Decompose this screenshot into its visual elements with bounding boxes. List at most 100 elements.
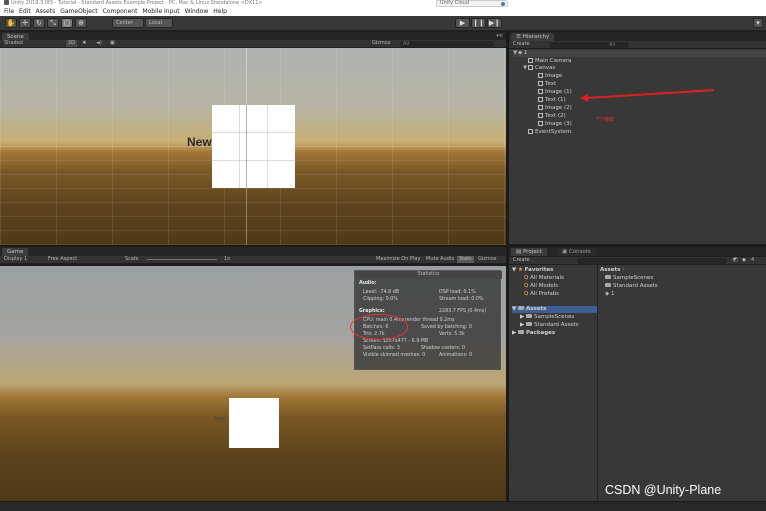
- hierarchy-item-label: Text (2): [545, 113, 566, 119]
- menu-edit[interactable]: Edit: [19, 8, 31, 15]
- menu-help[interactable]: Help: [213, 8, 227, 15]
- favorites-item[interactable]: Q All Materials: [524, 275, 564, 282]
- panel-menu-icon[interactable]: ▾≡: [496, 33, 503, 39]
- hierarchy-search-input[interactable]: All: [549, 42, 629, 48]
- assets-list-item-label: SampleScenes: [613, 275, 654, 281]
- gizmos-dropdown[interactable]: Gizmos: [372, 40, 390, 47]
- label-filter-icon[interactable]: ◆: [742, 257, 746, 264]
- audio-toggle-icon[interactable]: ◄): [96, 40, 102, 47]
- hierarchy-item-image-1[interactable]: Image (1): [533, 89, 572, 96]
- pause-button[interactable]: ❙❙: [471, 18, 486, 28]
- menu-window[interactable]: Window: [185, 8, 209, 15]
- watermark-text: CSDN @Unity-Plane: [605, 483, 722, 497]
- mute-audio-toggle[interactable]: Mute Audio: [426, 256, 454, 263]
- rotate-tool-icon[interactable]: ↻: [33, 18, 45, 28]
- stats-toggle[interactable]: Stats: [457, 256, 474, 263]
- hierarchy-item-eventsystem[interactable]: EventSystem: [523, 129, 571, 136]
- annotation-ellipse: [350, 314, 408, 340]
- scene-new-text-object[interactable]: New: [187, 135, 212, 149]
- hierarchy-scene-row[interactable]: ▼◈ 1: [513, 50, 766, 57]
- tab-project[interactable]: ▤ Project: [511, 248, 547, 256]
- assets-list-item[interactable]: ◈ 1: [605, 291, 614, 298]
- step-icon: ▶❙: [488, 19, 501, 27]
- hand-tool-icon[interactable]: ✋: [5, 18, 17, 28]
- assets-list-item-label: Standard Assets: [613, 283, 658, 289]
- chevron-down-icon: ▾: [756, 19, 760, 27]
- window-title-bar: Unity 2019.3.0f3 - Tutorial - Standard A…: [0, 0, 766, 7]
- panel-splitter-horizontal[interactable]: [0, 245, 766, 247]
- assets-subfolder[interactable]: ▶ Standard Assets: [520, 322, 579, 329]
- assets-folder-row[interactable]: ▼ Assets: [512, 306, 597, 313]
- scale-value: 1x: [224, 256, 231, 262]
- scene-search-input[interactable]: All: [400, 41, 494, 47]
- scale-slider[interactable]: [147, 259, 217, 260]
- transform-tool-icon[interactable]: ⊕: [75, 18, 87, 28]
- hierarchy-item-image[interactable]: Image: [533, 73, 562, 80]
- pivot-toggle[interactable]: Center: [112, 18, 144, 28]
- tab-console[interactable]: ▣ Console: [557, 248, 596, 256]
- project-divider[interactable]: [597, 264, 598, 501]
- hierarchy-item-label: Main Camera: [535, 58, 572, 64]
- scene-image-object[interactable]: [212, 105, 295, 188]
- project-search-input[interactable]: [577, 258, 727, 264]
- main-toolbar: ✋ ✛ ↻ ⤡ ▢ ⊕ Center Local ▶ ❙❙ ▶❙ ▾: [0, 16, 766, 31]
- play-button[interactable]: ▶: [455, 18, 470, 28]
- space-toggle[interactable]: Local: [145, 18, 173, 28]
- favorites-header[interactable]: ▼ ★ Favorites: [512, 267, 553, 274]
- hidden-packages-count[interactable]: 4: [751, 257, 754, 264]
- aspect-dropdown[interactable]: Free Aspect: [48, 256, 77, 263]
- step-button[interactable]: ▶❙: [487, 18, 502, 28]
- scale-label: Scale: [125, 256, 139, 262]
- stats-audio-title: Audio:: [359, 281, 377, 286]
- folder-icon: [517, 306, 524, 310]
- scale-tool-icon[interactable]: ⤡: [47, 18, 59, 28]
- tab-console-label: Console: [568, 249, 591, 255]
- display-dropdown[interactable]: Display 1: [4, 256, 27, 263]
- shading-dropdown[interactable]: Shaded: [4, 40, 23, 47]
- assets-subfolder-label: Standard Assets: [533, 322, 579, 328]
- menu-file[interactable]: File: [4, 8, 14, 15]
- rect-tool-icon[interactable]: ▢: [61, 18, 73, 28]
- menu-assets[interactable]: Assets: [36, 8, 56, 15]
- hierarchy-item-label: Image: [545, 73, 563, 79]
- window-title: Unity 2019.3.0f3 - Tutorial - Standard A…: [11, 0, 263, 6]
- hierarchy-item-image-3[interactable]: Image (3): [533, 121, 572, 128]
- menu-mobile-input[interactable]: Mobile Input: [142, 8, 179, 15]
- packages-folder-row[interactable]: ▶ Packages: [512, 330, 555, 337]
- menu-gameobject[interactable]: GameObject: [60, 8, 97, 15]
- effects-toggle-icon[interactable]: ▣: [110, 40, 115, 47]
- maximize-on-play-toggle[interactable]: Maximize On Play: [376, 256, 420, 263]
- tab-hierarchy[interactable]: ☰ Hierarchy: [511, 33, 555, 41]
- hierarchy-item-text-1[interactable]: Text (1): [533, 97, 566, 104]
- hierarchy-item-text[interactable]: Text: [533, 81, 556, 88]
- favorites-item[interactable]: Q All Prefabs: [524, 291, 559, 298]
- assets-breadcrumb[interactable]: Assets ›: [600, 267, 624, 274]
- mode-2d-toggle[interactable]: 2D: [66, 40, 78, 47]
- project-create-button[interactable]: Create: [513, 257, 530, 264]
- assets-list-item-label: 1: [610, 291, 615, 297]
- gameobject-icon: [528, 129, 533, 134]
- hierarchy-item-image-2[interactable]: Image (2): [533, 105, 572, 112]
- assets-list-item[interactable]: SampleScenes: [605, 275, 653, 282]
- game-gizmos-dropdown[interactable]: Gizmos: [478, 256, 496, 263]
- hierarchy-item-main-camera[interactable]: Main Camera: [523, 58, 571, 65]
- lighting-toggle-icon[interactable]: ☀: [82, 40, 86, 47]
- cloud-status[interactable]: Unity Cloud: [436, 0, 508, 7]
- game-new-text-object: New: [214, 416, 225, 422]
- project-tab-strip: ▤ Project ▣ Console: [509, 247, 766, 256]
- search-by-type-icon[interactable]: ◩: [733, 257, 738, 264]
- menu-component[interactable]: Component: [103, 8, 138, 15]
- move-tool-icon[interactable]: ✛: [19, 18, 31, 28]
- list-icon: ☰: [516, 34, 523, 40]
- pause-icon: ❙❙: [472, 19, 485, 27]
- hierarchy-item-text-2[interactable]: Text (2): [533, 113, 566, 120]
- scene-viewport[interactable]: New: [0, 48, 506, 245]
- panel-splitter-vertical[interactable]: [506, 32, 509, 501]
- favorites-item[interactable]: Q All Models: [524, 283, 558, 290]
- hierarchy-item-canvas[interactable]: ▼ Canvas: [523, 65, 555, 72]
- tab-game[interactable]: Game: [2, 248, 29, 256]
- hierarchy-create-button[interactable]: Create: [513, 41, 530, 48]
- assets-subfolder[interactable]: ▶ SampleScenes: [520, 314, 574, 321]
- layout-dropdown[interactable]: ▾: [753, 18, 763, 28]
- assets-list-item[interactable]: Standard Assets: [605, 283, 658, 290]
